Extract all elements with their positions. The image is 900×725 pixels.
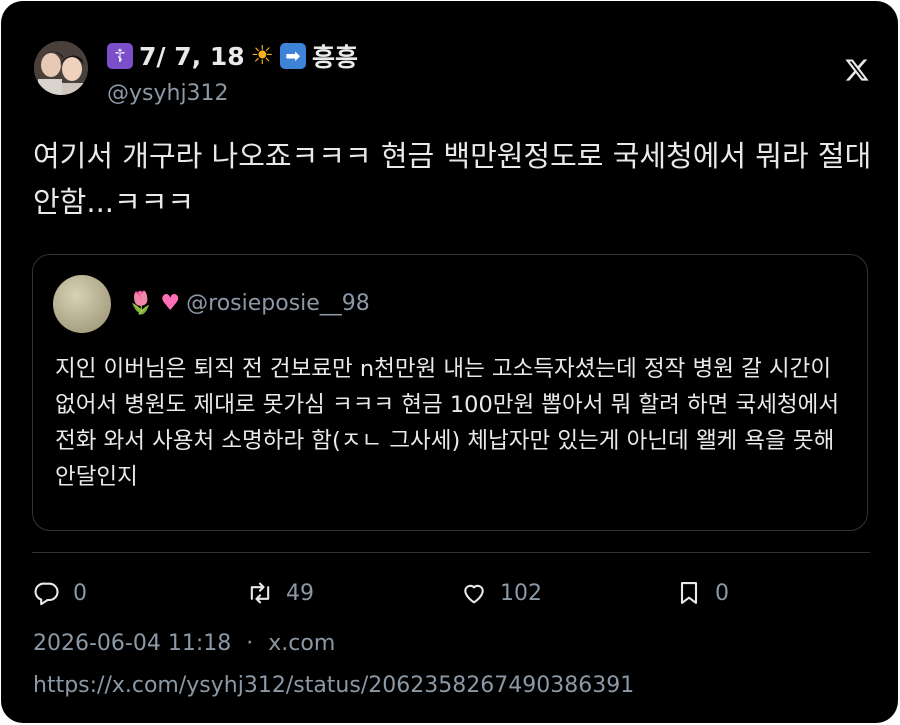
reply-count: 0 <box>73 580 87 606</box>
reply-icon <box>34 582 59 606</box>
source-link[interactable]: x.com <box>268 631 335 656</box>
retweet-button[interactable]: 49 <box>246 579 314 607</box>
like-button[interactable]: 102 <box>460 579 542 607</box>
quoted-tweet[interactable]: 🌷 ♥ @rosieposie__98 지인 이버님은 퇴직 전 건보료만 n천… <box>32 254 868 531</box>
display-name-suffix: 흥흥 <box>311 43 358 72</box>
bookmark-count: 0 <box>715 580 729 606</box>
quoted-author-avatar[interactable] <box>53 275 111 333</box>
x-logo-icon[interactable] <box>844 57 870 83</box>
meta-separator: · <box>246 631 254 656</box>
divider <box>32 552 870 553</box>
bookmark-button[interactable]: 0 <box>675 579 729 607</box>
author-handle[interactable]: @ysyhj312 <box>107 81 229 106</box>
pink-heart-icon: ♥ <box>160 290 181 316</box>
heart-icon <box>464 584 484 604</box>
right-arrow-icon: ➡ <box>279 43 306 69</box>
quoted-author-handle: @rosieposie__98 <box>186 291 370 316</box>
author-avatar[interactable] <box>34 41 88 95</box>
retweet-icon <box>250 582 270 604</box>
display-name-text: 7/ 7, 18 <box>139 41 245 71</box>
tweet-text: 여기서 개구라 나오죠ㅋㅋㅋ 현금 백만원정도로 국세청에서 뭐라 절대 안함.… <box>33 139 872 219</box>
retweet-count: 49 <box>286 580 314 606</box>
quoted-tweet-text: 지인 이버님은 퇴직 전 건보료만 n천만원 내는 고소득자셨는데 정작 병원 … <box>55 356 840 490</box>
tweet-card: ☦ 7/ 7, 18 ☀ ➡ 흥흥 @ysyhj312 여기서 개구라 나오죠ㅋ… <box>1 1 898 723</box>
tweet-meta: 2026-06-04 11:18 · x.com <box>33 631 335 656</box>
like-count: 102 <box>500 580 542 606</box>
bookmark-icon <box>680 582 698 604</box>
tulip-icon: 🌷 <box>127 290 155 316</box>
orthodox-cross-icon: ☦ <box>107 43 133 69</box>
quoted-author[interactable]: 🌷 ♥ @rosieposie__98 <box>127 291 370 316</box>
timestamp[interactable]: 2026-06-04 11:18 <box>33 631 231 656</box>
sun-icon: ☀ <box>250 41 274 71</box>
reply-button[interactable]: 0 <box>33 579 87 607</box>
author-display-name[interactable]: ☦ 7/ 7, 18 ☀ ➡ 흥흥 <box>107 38 358 74</box>
tweet-url[interactable]: https://x.com/ysyhj312/status/2062358267… <box>33 673 634 698</box>
